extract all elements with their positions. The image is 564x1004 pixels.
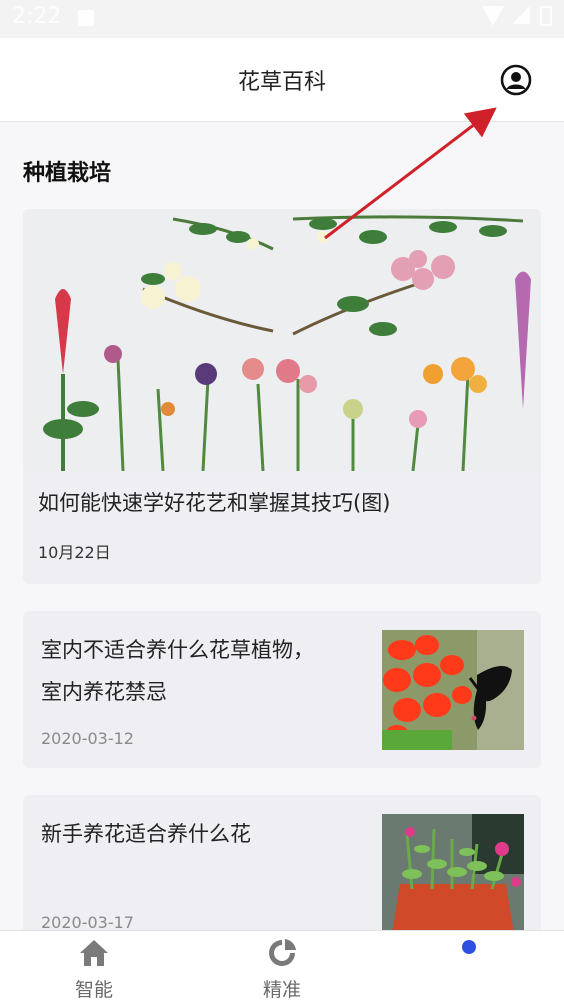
article-thumbnail [382,630,524,750]
nav-tab-label: 精准 [262,979,301,1001]
featured-article-title: 如何能快速学好花艺和掌握其技巧(图) [38,491,391,515]
featured-image [23,209,541,471]
featured-article-date: 10月22日 [38,543,111,562]
nav-tab-precise[interactable]: 精准 [188,931,376,1004]
article-title: 室内不适合养什么花草植物， 室内养花禁忌 [41,638,314,704]
article-card[interactable]: 新手养花适合养什么花 2020-03-17 [23,795,541,945]
page-title: 花草百科 [237,70,326,95]
nav-tab-label: 智能 [74,979,113,1001]
section-title: 种植栽培 [23,161,112,186]
profile-icon[interactable] [500,64,532,96]
app-bar: 花草百科 [0,38,564,122]
battery-icon [540,6,552,26]
article-title: 新手养花适合养什么花 [41,822,251,846]
featured-article-card[interactable]: 如何能快速学好花艺和掌握其技巧(图) 10月22日 [23,209,541,584]
home-icon [80,940,108,966]
pie-chart-icon [269,939,296,966]
article-thumbnail [382,814,524,934]
bottom-nav: 智能 精准 [0,930,564,1004]
nav-tab-smart[interactable]: 智能 [0,931,188,1004]
article-card[interactable]: 室内不适合养什么花草植物， 室内养花禁忌 2020-03-12 [23,611,541,768]
screen: 2:22 花草百科 种植栽培 如何能快速学好花艺和掌握其技巧(图) 10月22日… [0,0,564,1004]
status-bar: 2:22 [0,0,564,38]
article-date: 2020-03-12 [41,729,134,748]
status-time: 2:22 [12,4,62,29]
nav-tab-third[interactable] [376,931,564,1004]
dot-indicator-icon [462,940,476,954]
notification-icon [78,10,94,26]
signal-icon [512,6,530,24]
wifi-icon [482,6,504,26]
